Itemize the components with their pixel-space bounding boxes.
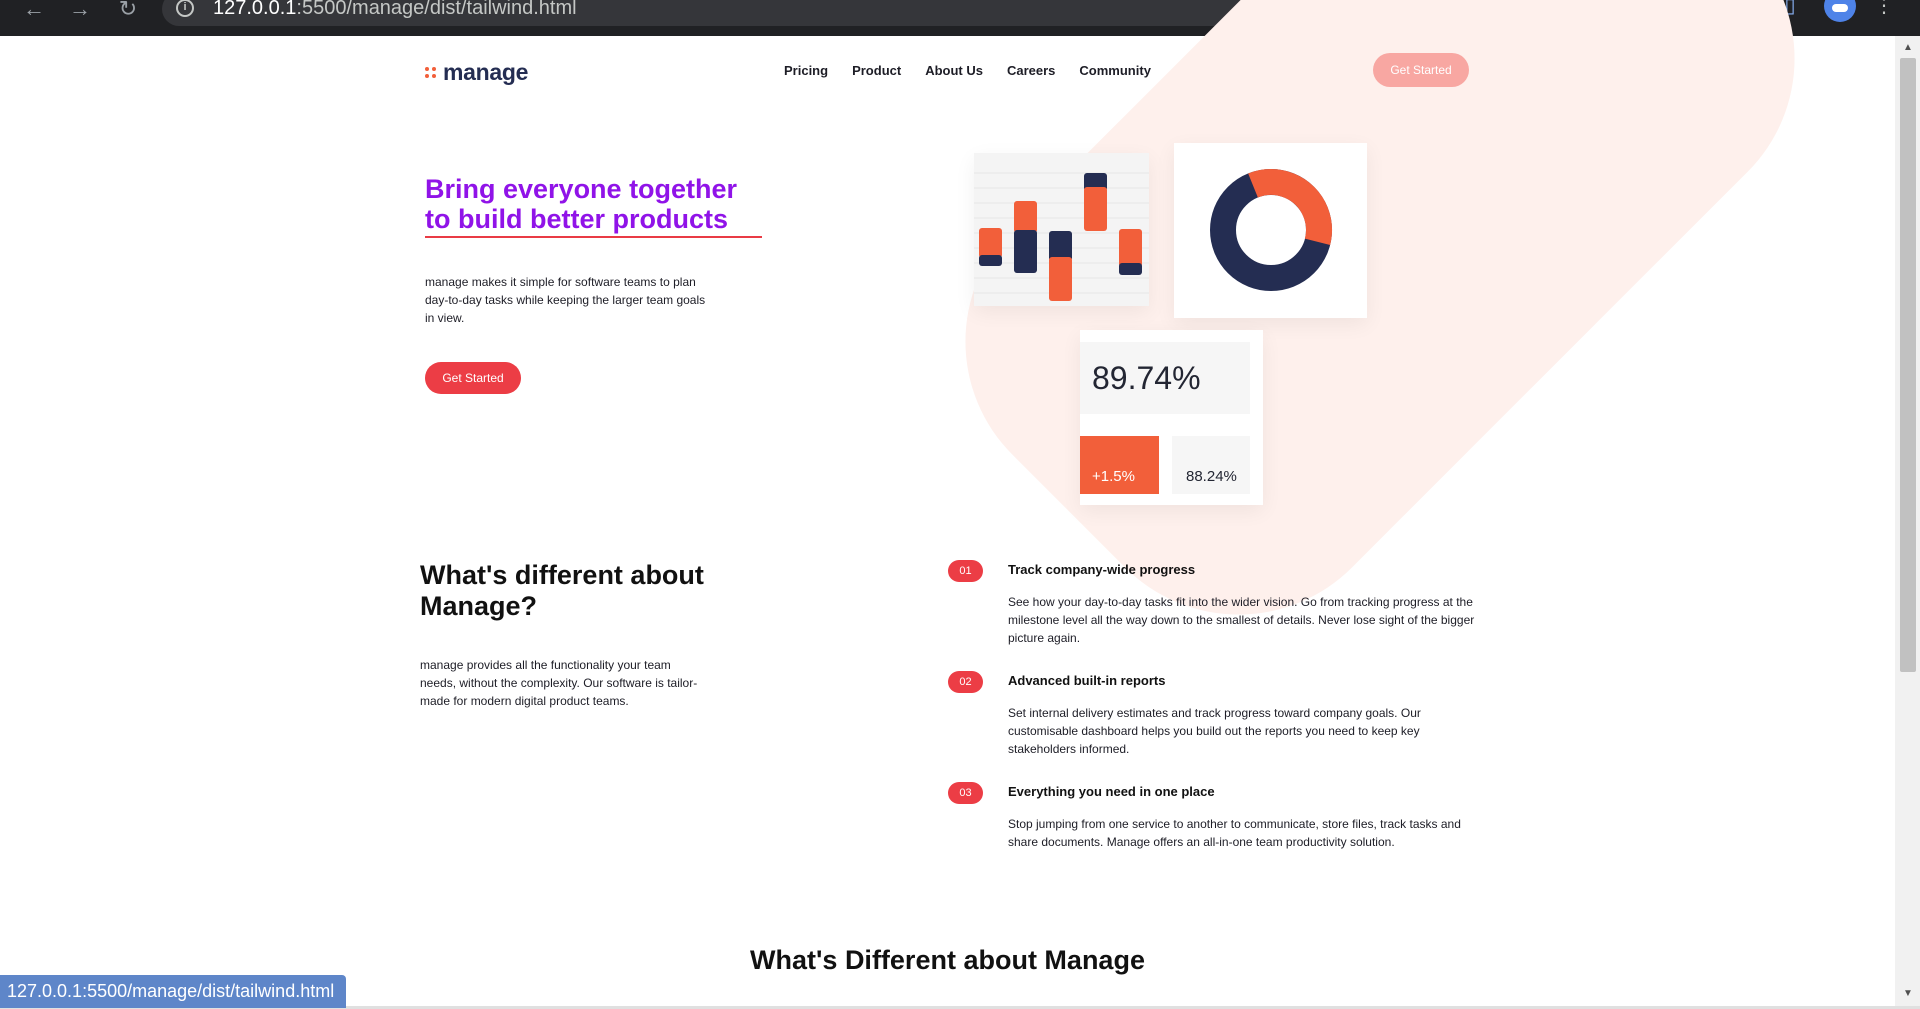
feature-description: Stop jumping from one service to another…	[1008, 817, 1461, 849]
donut-chart-card	[1174, 143, 1367, 318]
menu-kebab-icon[interactable]: ⋮	[1874, 0, 1894, 18]
scroll-down-icon[interactable]: ▼	[1898, 986, 1918, 1002]
url-text[interactable]: 127.0.0.1:5500/manage/dist/tailwind.html	[213, 0, 577, 20]
donut-chart-graphic	[1210, 169, 1332, 291]
change-stat-value: +1.5%	[1080, 436, 1159, 494]
scroll-up-icon[interactable]: ▲	[1898, 40, 1918, 56]
stats-card: 89.74% +1.5% 88.24%	[1080, 330, 1263, 505]
forward-icon[interactable]: →	[64, 0, 96, 20]
scrollbar-thumb[interactable]	[1900, 58, 1916, 672]
feature-title: Track company-wide progress	[1008, 562, 1196, 577]
logo-text: manage	[443, 59, 529, 85]
nav-careers[interactable]: Careers	[1007, 63, 1055, 78]
main-nav: Pricing Product About Us Careers Communi…	[784, 63, 1151, 78]
hero-description: manage makes it simple for software team…	[425, 275, 706, 325]
nav-about-us[interactable]: About Us	[925, 63, 983, 78]
secondary-stat-value: 88.24%	[1172, 436, 1250, 494]
nav-community[interactable]: Community	[1079, 63, 1151, 78]
feature-number-badge: 01	[948, 560, 983, 582]
feature-title: Advanced built-in reports	[1008, 673, 1166, 688]
main-stat-value: 89.74%	[1080, 342, 1250, 414]
section-heading: What's Different about Manage	[750, 945, 1145, 975]
nav-product[interactable]: Product	[852, 63, 901, 78]
hero-title: Bring everyone together to build better …	[425, 174, 762, 238]
reload-icon[interactable]: ↻	[112, 0, 144, 20]
back-icon[interactable]: ←	[18, 0, 50, 20]
logo[interactable]: manage	[425, 59, 528, 86]
feature-number-badge: 03	[948, 782, 983, 804]
bar-chart-card	[974, 153, 1149, 306]
header-get-started-button[interactable]: Get Started	[1373, 53, 1469, 87]
link-status-bar: 127.0.0.1:5500/manage/dist/tailwind.html	[0, 975, 347, 1008]
feature-description: Set internal delivery estimates and trac…	[1008, 706, 1421, 756]
nav-pricing[interactable]: Pricing	[784, 63, 828, 78]
features-description: manage provides all the functionality yo…	[420, 658, 698, 708]
features-heading: What's different about Manage?	[420, 560, 704, 621]
feature-number-badge: 02	[948, 671, 983, 693]
background-shape	[899, 0, 1861, 681]
logo-dots-icon	[425, 66, 437, 79]
feature-title: Everything you need in one place	[1008, 784, 1215, 799]
hero-get-started-button[interactable]: Get Started	[425, 362, 521, 394]
feature-description: See how your day-to-day tasks fit into t…	[1008, 595, 1475, 645]
bar-chart-graphic	[974, 172, 1149, 301]
profile-avatar[interactable]	[1824, 0, 1856, 22]
